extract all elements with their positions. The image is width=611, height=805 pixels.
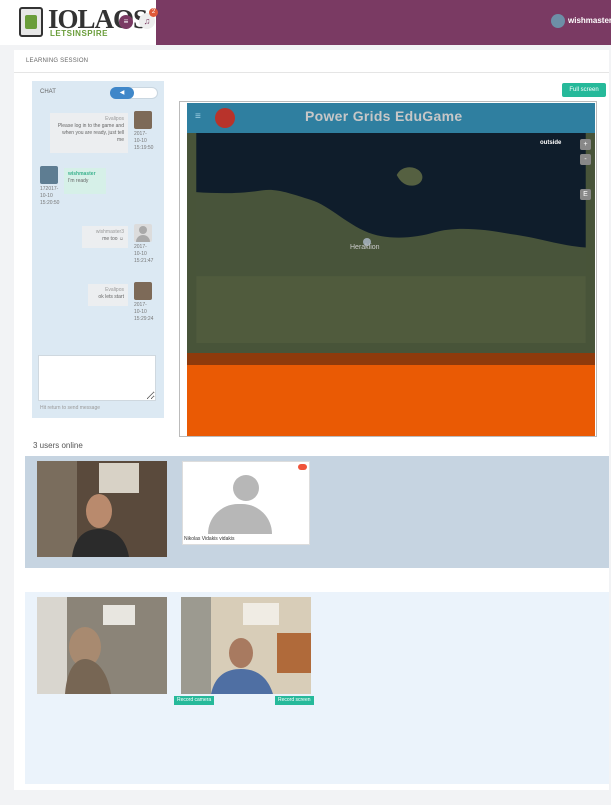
user-avatar[interactable]	[551, 14, 565, 28]
time-line: 2017-	[134, 131, 147, 137]
message-text: me too ☺	[102, 236, 124, 242]
time-line: 172017-	[40, 186, 59, 192]
logo-subtitle: LETSINSPIRE	[50, 29, 108, 38]
message-text: I'm ready	[68, 178, 89, 184]
time-line: 15:29:24	[134, 316, 154, 322]
message-time: 2017- 10-10 15:21:47	[134, 244, 164, 265]
time-line: 15:19:50	[134, 145, 154, 151]
page-title: LEARNING SESSION	[26, 58, 89, 64]
game-bottom-panel	[187, 365, 595, 436]
message-author: Evalipos	[105, 116, 124, 122]
user-name[interactable]: wishmaster	[568, 16, 611, 25]
webcam-video[interactable]	[37, 597, 167, 694]
logo-area[interactable]: IOLAOS LETSINSPIRE ≡ ♫ 2	[0, 0, 158, 45]
message-author: Evalipos	[105, 287, 124, 293]
time-line: 2017-	[134, 244, 147, 250]
time-line: 10-10	[40, 193, 53, 199]
menu-icon[interactable]: ≡	[119, 15, 133, 29]
outside-label: outside	[540, 140, 562, 146]
user-card-name: Nikolas Vidakis vidakis	[184, 536, 235, 542]
game-map[interactable]	[187, 133, 595, 353]
chat-message: wishmaster3 me too ☺	[82, 226, 128, 248]
game-status-band	[187, 353, 595, 365]
webcam-video[interactable]	[181, 597, 311, 694]
zoom-in-button[interactable]: +	[580, 139, 591, 150]
users-online-label: 3 users online	[33, 441, 83, 450]
record-screen-button[interactable]: Record screen	[275, 696, 314, 705]
chat-input-hint: Hit return to send message	[40, 405, 101, 411]
avatar	[40, 166, 58, 184]
fullscreen-button[interactable]: Full screen	[562, 83, 606, 97]
speaker-icon[interactable]: ◀	[110, 87, 134, 99]
message-text: ok lets start	[98, 294, 124, 300]
map-city-label: Heraklion	[350, 244, 380, 251]
chat-title: CHAT	[40, 89, 56, 95]
webcam-video[interactable]	[37, 461, 167, 557]
avatar	[134, 111, 152, 129]
chat-message: Evalipos Please log in to the game and w…	[50, 113, 128, 153]
zoom-out-button[interactable]: -	[580, 154, 591, 165]
time-line: 10-10	[134, 309, 147, 315]
notification-badge: 2	[149, 8, 158, 17]
message-author: wishmaster3	[95, 229, 124, 235]
sea-and-land	[196, 133, 586, 343]
time-line: 15:21:47	[134, 258, 154, 264]
message-author: wishmaster	[68, 171, 96, 177]
record-camera-button[interactable]: Record camera	[174, 696, 215, 705]
time-line: 2017-	[134, 302, 147, 308]
chat-message: Evalipos ok lets start	[88, 284, 128, 306]
message-time: 2017- 10-10 15:29:24	[134, 302, 164, 323]
time-line: 10-10	[134, 138, 147, 144]
avatar	[134, 224, 152, 242]
time-line: 15:20:50	[40, 200, 60, 206]
hamburger-icon[interactable]: ≡	[195, 112, 201, 122]
chat-bubble-icon[interactable]	[298, 464, 307, 470]
message-text: Please log in to the game and when you a…	[57, 123, 124, 143]
user-placeholder-icon	[233, 475, 259, 501]
divider	[14, 72, 609, 73]
webcam-person-image	[181, 597, 311, 694]
time-line: 10-10	[134, 251, 147, 257]
avatar	[134, 282, 152, 300]
message-time: 2017- 10-10 15:19:50	[134, 131, 164, 152]
webcam-person-image	[37, 461, 167, 557]
chat-input[interactable]	[38, 355, 156, 401]
webcam-person-image	[37, 597, 167, 694]
game-title: Power Grids EduGame	[305, 108, 463, 124]
chat-message: wishmaster I'm ready	[64, 168, 106, 194]
logo-icon	[19, 7, 43, 37]
message-time: 172017- 10-10 15:20:50	[40, 186, 70, 207]
game-logo-icon	[215, 108, 235, 128]
e-button[interactable]: E	[580, 189, 591, 200]
